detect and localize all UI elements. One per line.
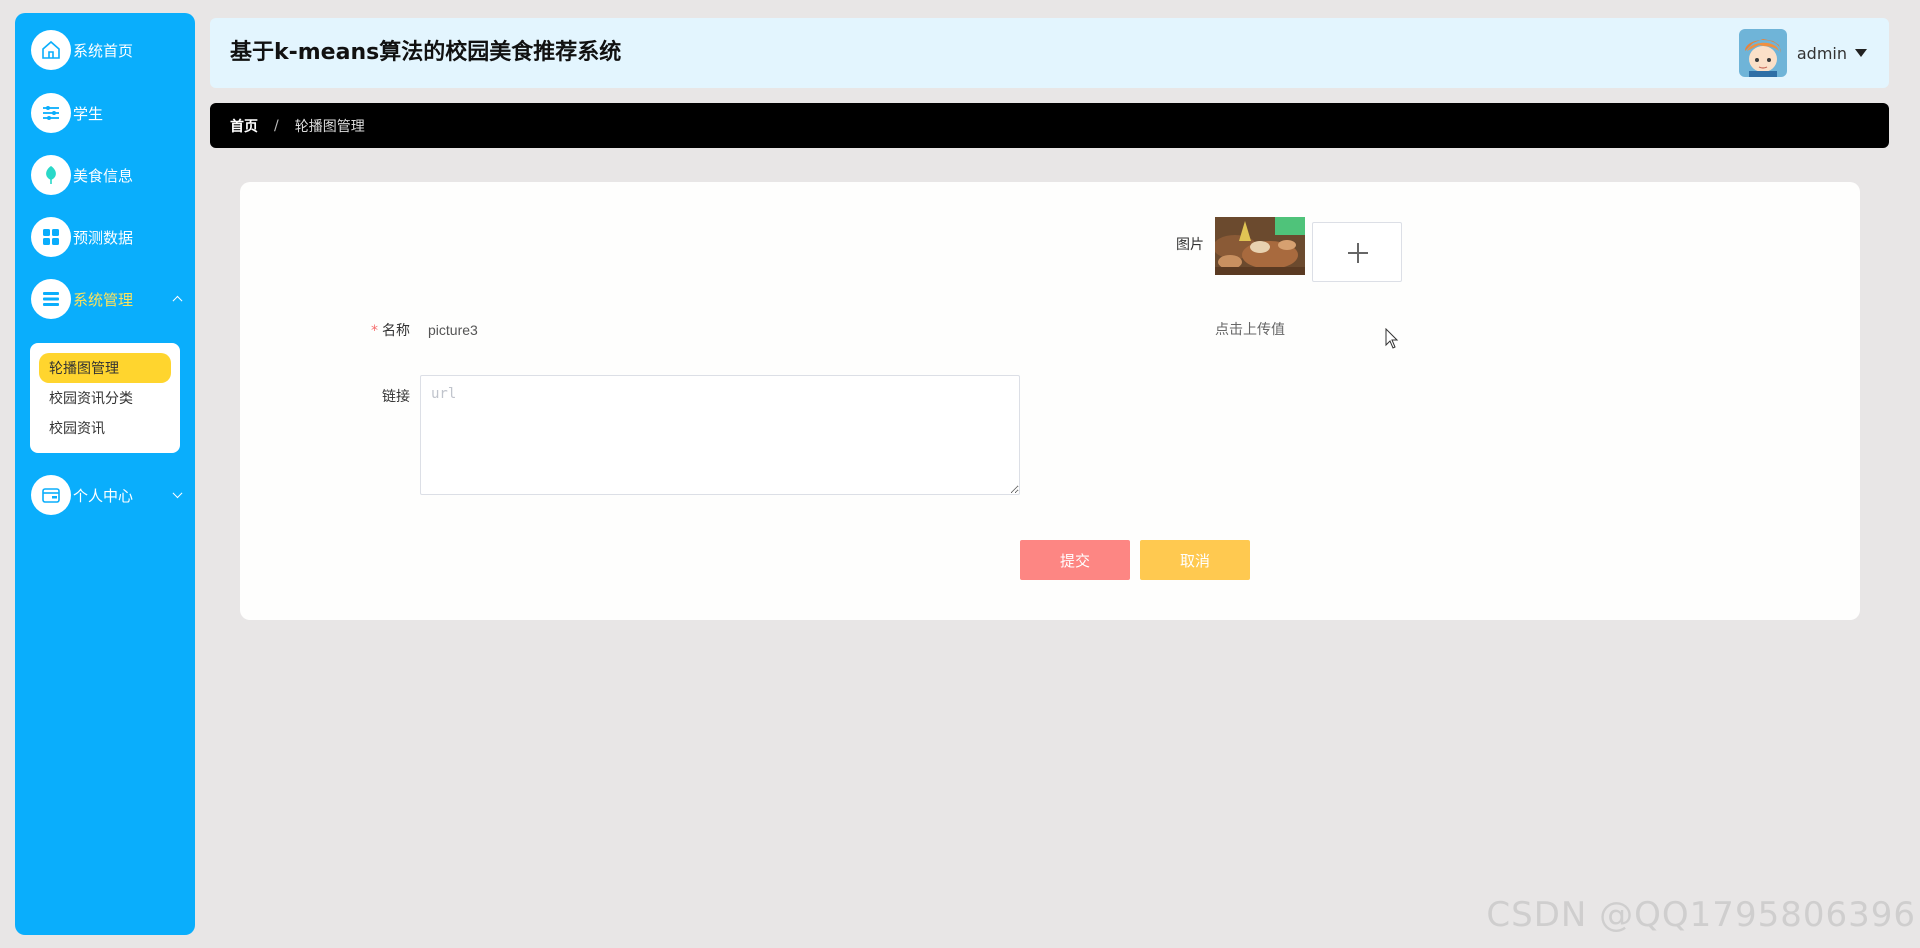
sidebar-item-students[interactable]: 学生	[31, 91, 195, 135]
submenu-item-carousel[interactable]: 轮播图管理	[39, 353, 171, 383]
username: admin	[1796, 43, 1847, 63]
sidebar-item-label: 学生	[73, 104, 104, 123]
submenu-item-news[interactable]: 校园资讯	[39, 413, 171, 443]
app-title: 基于k-means算法的校园美食推荐系统	[230, 40, 622, 65]
mouse-cursor-icon	[1385, 327, 1399, 354]
name-label-text: 名称	[382, 323, 410, 339]
sidebar-item-label: 系统管理	[73, 290, 134, 309]
link-textarea[interactable]	[420, 375, 1020, 495]
sidebar-item-label: 美食信息	[73, 166, 134, 185]
sidebar-item-home[interactable]: 系统首页	[31, 28, 195, 72]
name-label: * 名称	[340, 320, 410, 340]
sidebar-item-label: 系统首页	[73, 41, 134, 60]
sidebar-item-prediction[interactable]: 预测数据	[31, 215, 195, 259]
list-icon	[31, 279, 71, 319]
chevron-down-icon	[172, 488, 183, 499]
uploaded-image-thumbnail[interactable]	[1215, 217, 1305, 275]
sidebar-item-system-management[interactable]: 系统管理	[31, 277, 195, 321]
name-input[interactable]	[420, 315, 830, 345]
required-mark: *	[371, 323, 378, 339]
sidebar-item-label: 个人中心	[73, 486, 134, 505]
breadcrumb-current: 轮播图管理	[294, 118, 365, 135]
cancel-button[interactable]: 取消	[1140, 540, 1250, 580]
wallet-icon	[31, 475, 71, 515]
user-menu[interactable]: admin	[1738, 29, 1867, 77]
sidebar-item-food-info[interactable]: 美食信息	[31, 153, 195, 197]
caret-down-icon	[1855, 49, 1867, 57]
sidebar-item-label: 预测数据	[73, 228, 134, 247]
grid-icon	[31, 217, 71, 257]
submit-button[interactable]: 提交	[1020, 540, 1130, 580]
home-icon	[31, 30, 71, 70]
upload-tip: 点击上传值	[1215, 322, 1285, 338]
breadcrumb-home[interactable]: 首页	[230, 116, 258, 136]
top-header: 基于k-means算法的校园美食推荐系统 admin	[210, 18, 1889, 88]
watermark: CSDN @QQ1795806396	[1486, 895, 1916, 935]
avatar	[1738, 29, 1787, 77]
breadcrumb: 首页 / 轮播图管理	[210, 103, 1889, 148]
leaf-icon	[31, 155, 71, 195]
image-label: 图片	[1176, 237, 1204, 253]
breadcrumb-separator: /	[274, 117, 279, 134]
form-panel: 图片 点击上传值 *名称 链接 提交 取消	[240, 182, 1860, 620]
sidebar-item-personal-center[interactable]: 个人中心	[31, 473, 195, 517]
chevron-up-icon	[172, 295, 183, 306]
link-label: 链接	[382, 389, 410, 405]
sliders-icon	[31, 93, 71, 133]
upload-button[interactable]	[1312, 222, 1402, 282]
system-management-submenu: 轮播图管理 校园资讯分类 校园资讯	[30, 343, 180, 453]
sidebar: 系统首页 学生 美食信息 预测数据 系统管理 轮播图管理 校园资讯分类 校园资讯	[15, 13, 195, 935]
submenu-item-news-category[interactable]: 校园资讯分类	[39, 383, 171, 413]
